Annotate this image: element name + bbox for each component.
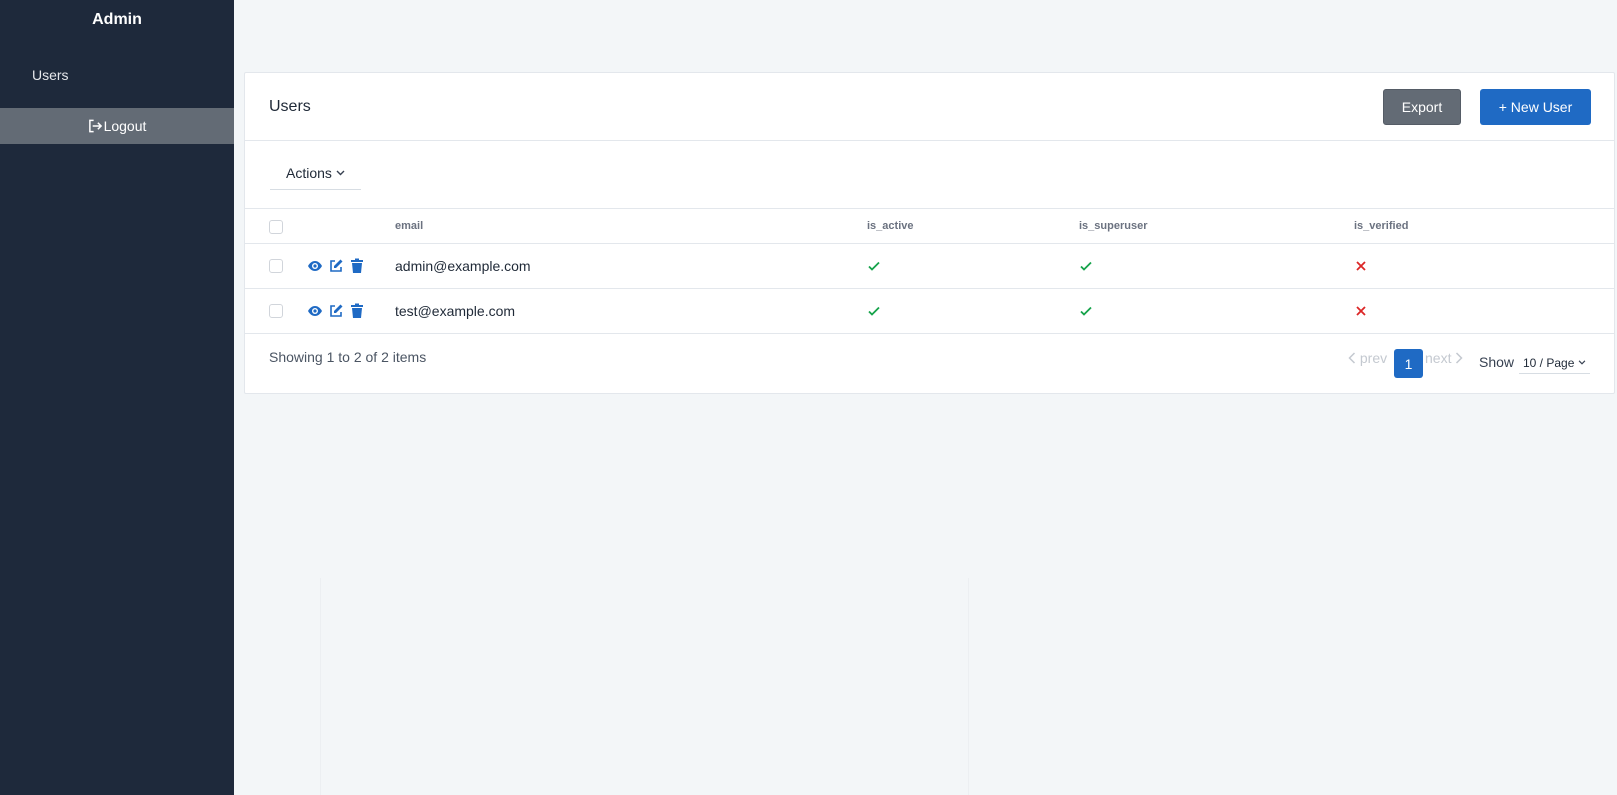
actions-dropdown[interactable]: Actions bbox=[270, 157, 361, 190]
users-card: Users Export + New User Actions email is… bbox=[244, 72, 1615, 394]
cross-icon bbox=[1356, 306, 1366, 316]
prev-label: prev bbox=[1359, 350, 1388, 366]
next-label: next bbox=[1425, 350, 1452, 366]
toolbar: Actions bbox=[245, 141, 1614, 209]
card-header: Users Export + New User bbox=[245, 73, 1614, 141]
export-button[interactable]: Export bbox=[1383, 89, 1461, 125]
logout-label: Logout bbox=[103, 118, 147, 134]
email-cell: test@example.com bbox=[395, 303, 516, 319]
delete-icon[interactable] bbox=[349, 258, 365, 274]
column-header-email[interactable]: email bbox=[395, 209, 423, 244]
per-page-value: 10 / Page bbox=[1523, 356, 1575, 370]
column-header-is-active[interactable]: is_active bbox=[867, 209, 913, 244]
per-page-select[interactable]: 10 / Page bbox=[1519, 353, 1590, 374]
table-row: admin@example.com bbox=[245, 244, 1614, 289]
page-title: Users bbox=[269, 98, 311, 115]
chevron-right-icon bbox=[1456, 352, 1463, 364]
row-checkbox[interactable] bbox=[269, 259, 283, 273]
column-header-is-verified[interactable]: is_verified bbox=[1354, 209, 1408, 244]
view-icon[interactable] bbox=[307, 303, 323, 319]
check-icon bbox=[868, 306, 880, 316]
check-icon bbox=[868, 261, 880, 271]
row-checkbox[interactable] bbox=[269, 304, 283, 318]
check-icon bbox=[1080, 306, 1092, 316]
edit-icon[interactable] bbox=[328, 303, 344, 319]
actions-label: Actions bbox=[286, 165, 332, 181]
email-cell: admin@example.com bbox=[395, 258, 531, 274]
chevron-down-icon bbox=[336, 170, 345, 176]
edit-icon[interactable] bbox=[328, 258, 344, 274]
new-user-button[interactable]: + New User bbox=[1480, 89, 1591, 125]
sidebar-item-users[interactable]: Users bbox=[32, 63, 69, 87]
sidebar: Admin Users Logout bbox=[0, 0, 234, 795]
cross-icon bbox=[1356, 261, 1366, 271]
table-row: test@example.com bbox=[245, 289, 1614, 334]
logout-button[interactable]: Logout bbox=[0, 108, 234, 144]
delete-icon[interactable] bbox=[349, 303, 365, 319]
logout-icon bbox=[88, 119, 102, 133]
view-icon[interactable] bbox=[307, 258, 323, 274]
show-label: Show bbox=[1479, 354, 1515, 370]
divider bbox=[320, 578, 321, 795]
next-page-button[interactable]: next bbox=[1425, 343, 1463, 373]
table-header: email is_active is_superuser is_verified bbox=[245, 209, 1614, 244]
column-header-is-superuser[interactable]: is_superuser bbox=[1079, 209, 1147, 244]
brand-title: Admin bbox=[92, 11, 142, 28]
divider bbox=[968, 578, 969, 795]
chevron-down-icon bbox=[1578, 360, 1586, 365]
chevron-left-icon bbox=[1348, 352, 1356, 364]
prev-page-button[interactable]: prev bbox=[1348, 343, 1387, 373]
check-icon bbox=[1080, 261, 1092, 271]
select-all-checkbox[interactable] bbox=[269, 220, 283, 234]
pagination-summary: Showing 1 to 2 of 2 items bbox=[269, 349, 427, 365]
page-1-button[interactable]: 1 bbox=[1394, 349, 1423, 378]
